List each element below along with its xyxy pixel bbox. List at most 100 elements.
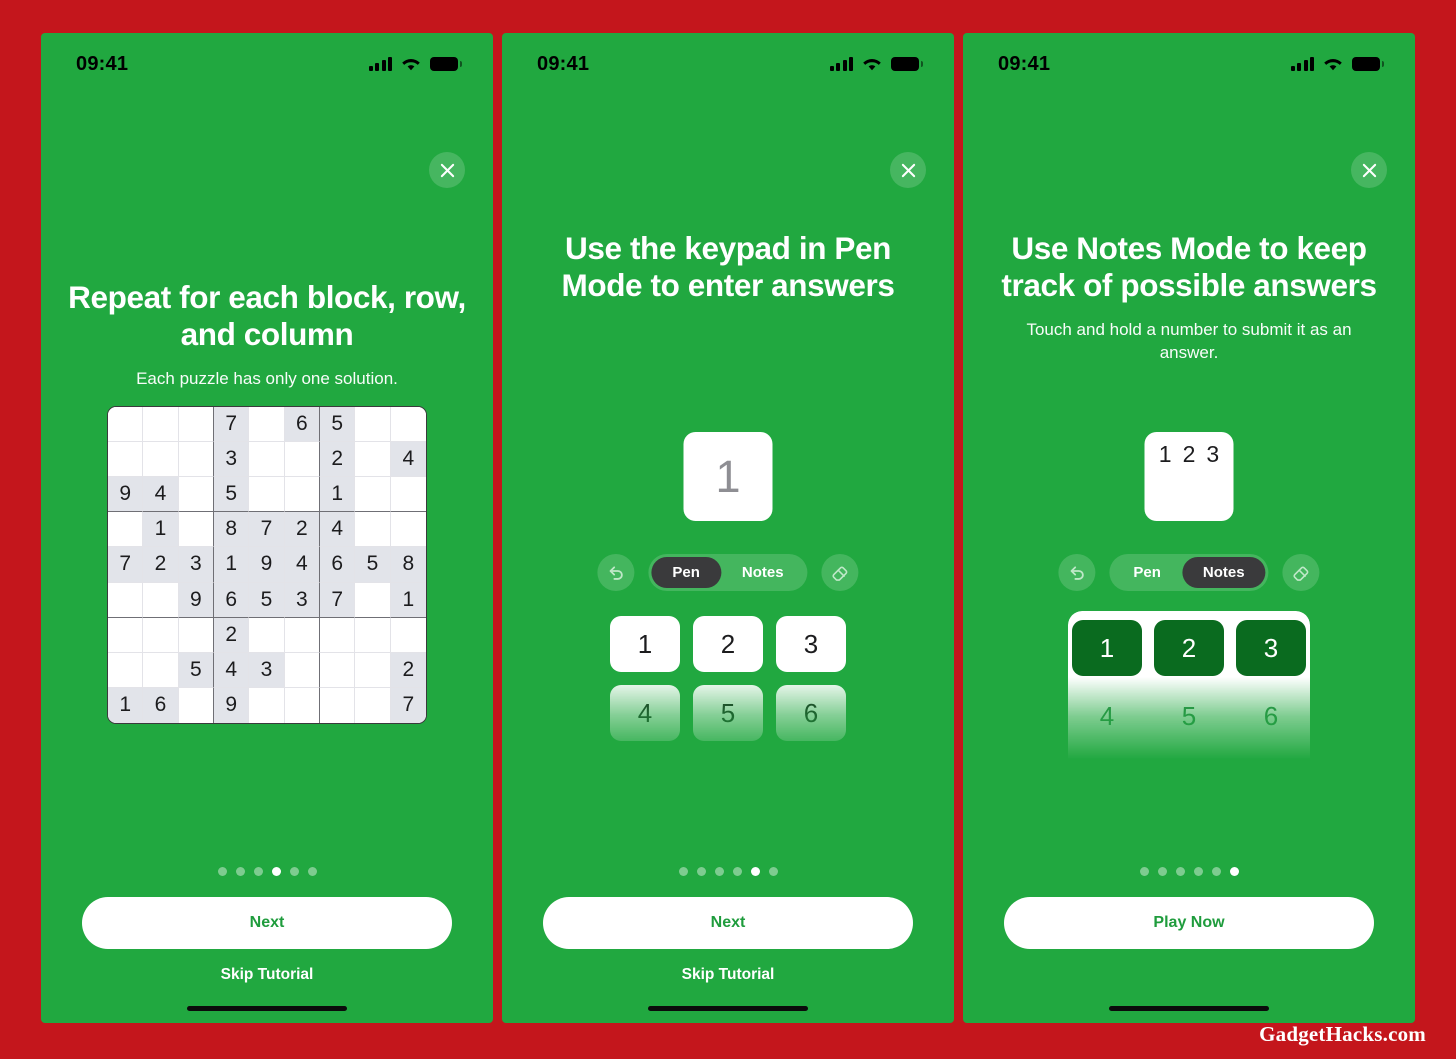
sudoku-cell[interactable]: [178, 442, 214, 478]
sudoku-cell[interactable]: 4: [319, 512, 356, 548]
undo-button[interactable]: [597, 554, 635, 591]
sudoku-cell[interactable]: 4: [143, 477, 179, 513]
sudoku-cell[interactable]: [355, 687, 391, 723]
sudoku-cell[interactable]: [284, 442, 320, 478]
sudoku-cell[interactable]: 8: [390, 547, 426, 583]
answer-cell[interactable]: 123: [1144, 432, 1234, 521]
keypad-key-2[interactable]: 2: [1154, 620, 1224, 676]
sudoku-cell[interactable]: 9: [249, 547, 285, 583]
sudoku-cell[interactable]: 5: [355, 547, 391, 583]
sudoku-cell[interactable]: 9: [213, 687, 250, 723]
sudoku-cell[interactable]: [249, 442, 285, 478]
page-dot[interactable]: [253, 867, 263, 876]
sudoku-cell[interactable]: [355, 512, 391, 548]
sudoku-cell[interactable]: 3: [284, 582, 320, 618]
sudoku-cell[interactable]: 8: [213, 512, 250, 548]
sudoku-cell[interactable]: [143, 617, 179, 653]
page-dot[interactable]: [1193, 867, 1203, 876]
sudoku-cell[interactable]: 2: [390, 652, 426, 688]
sudoku-cell[interactable]: 6: [213, 582, 250, 618]
page-dot[interactable]: [307, 867, 317, 876]
segment-notes[interactable]: Notes: [1181, 557, 1266, 588]
sudoku-cell[interactable]: 1: [143, 512, 179, 548]
sudoku-cell[interactable]: [355, 442, 391, 478]
sudoku-cell[interactable]: 2: [213, 617, 250, 653]
sudoku-cell[interactable]: [355, 652, 391, 688]
sudoku-cell[interactable]: 5: [319, 407, 356, 443]
sudoku-cell[interactable]: 7: [108, 547, 144, 583]
sudoku-cell[interactable]: 3: [249, 652, 285, 688]
keypad-key-4[interactable]: 4: [610, 685, 680, 741]
page-dot[interactable]: [714, 867, 724, 876]
page-dot[interactable]: [750, 867, 760, 876]
sudoku-cell[interactable]: 9: [108, 477, 144, 513]
undo-button[interactable]: [1058, 554, 1096, 591]
sudoku-cell[interactable]: 2: [143, 547, 179, 583]
sudoku-cell[interactable]: [178, 617, 214, 653]
sudoku-cell[interactable]: [249, 617, 285, 653]
sudoku-cell[interactable]: [284, 687, 320, 723]
sudoku-cell[interactable]: [143, 407, 179, 443]
sudoku-cell[interactable]: [143, 582, 179, 618]
keypad-key-1[interactable]: 1: [1072, 620, 1142, 676]
sudoku-cell[interactable]: [108, 512, 144, 548]
sudoku-cell[interactable]: 4: [213, 652, 250, 688]
sudoku-cell[interactable]: 4: [284, 547, 320, 583]
sudoku-cell[interactable]: 1: [319, 477, 356, 513]
keypad-key-1[interactable]: 1: [610, 616, 680, 672]
sudoku-cell[interactable]: [355, 582, 391, 618]
sudoku-grid[interactable]: 765324945118724723194658965371254321697: [107, 406, 427, 724]
sudoku-cell[interactable]: 3: [213, 442, 250, 478]
page-dot[interactable]: [289, 867, 299, 876]
play-now-button[interactable]: Play Now: [1004, 897, 1374, 949]
sudoku-cell[interactable]: [319, 652, 356, 688]
sudoku-cell[interactable]: 6: [143, 687, 179, 723]
sudoku-cell[interactable]: 9: [178, 582, 214, 618]
sudoku-cell[interactable]: [143, 652, 179, 688]
segment-pen[interactable]: Pen: [1112, 557, 1182, 588]
segment-pen[interactable]: Pen: [651, 557, 721, 588]
keypad-key-5[interactable]: 5: [693, 685, 763, 741]
sudoku-cell[interactable]: [284, 477, 320, 513]
sudoku-cell[interactable]: [178, 512, 214, 548]
sudoku-cell[interactable]: [108, 582, 144, 618]
sudoku-cell[interactable]: [178, 477, 214, 513]
close-button[interactable]: [429, 152, 465, 188]
page-dot[interactable]: [1139, 867, 1149, 876]
page-dot[interactable]: [235, 867, 245, 876]
sudoku-cell[interactable]: 7: [319, 582, 356, 618]
sudoku-cell[interactable]: 4: [390, 442, 426, 478]
mode-segmented-control[interactable]: Pen Notes: [648, 554, 808, 591]
page-dot[interactable]: [1157, 867, 1167, 876]
next-button[interactable]: Next: [82, 897, 452, 949]
sudoku-cell[interactable]: [178, 687, 214, 723]
close-button[interactable]: [1351, 152, 1387, 188]
keypad-key-6[interactable]: 6: [776, 685, 846, 741]
sudoku-cell[interactable]: [390, 512, 426, 548]
keypad-key-4[interactable]: 4: [1072, 688, 1142, 744]
sudoku-cell[interactable]: 1: [108, 687, 144, 723]
sudoku-cell[interactable]: 5: [249, 582, 285, 618]
keypad-key-2[interactable]: 2: [693, 616, 763, 672]
close-button[interactable]: [890, 152, 926, 188]
sudoku-cell[interactable]: [355, 617, 391, 653]
sudoku-cell[interactable]: 7: [390, 687, 426, 723]
keypad-key-3[interactable]: 3: [1236, 620, 1306, 676]
sudoku-cell[interactable]: 2: [284, 512, 320, 548]
sudoku-cell[interactable]: [284, 617, 320, 653]
sudoku-cell[interactable]: [355, 407, 391, 443]
sudoku-cell[interactable]: [284, 652, 320, 688]
sudoku-cell[interactable]: 7: [249, 512, 285, 548]
sudoku-cell[interactable]: [249, 407, 285, 443]
sudoku-cell[interactable]: [108, 617, 144, 653]
sudoku-cell[interactable]: [319, 687, 356, 723]
sudoku-cell[interactable]: 6: [284, 407, 320, 443]
skip-tutorial-button[interactable]: Skip Tutorial: [502, 966, 954, 984]
number-keypad[interactable]: 123 456: [1068, 611, 1310, 776]
sudoku-cell[interactable]: 5: [213, 477, 250, 513]
sudoku-cell[interactable]: [390, 407, 426, 443]
next-button[interactable]: Next: [543, 897, 913, 949]
page-dot[interactable]: [696, 867, 706, 876]
page-dot[interactable]: [1211, 867, 1221, 876]
sudoku-cell[interactable]: [319, 617, 356, 653]
